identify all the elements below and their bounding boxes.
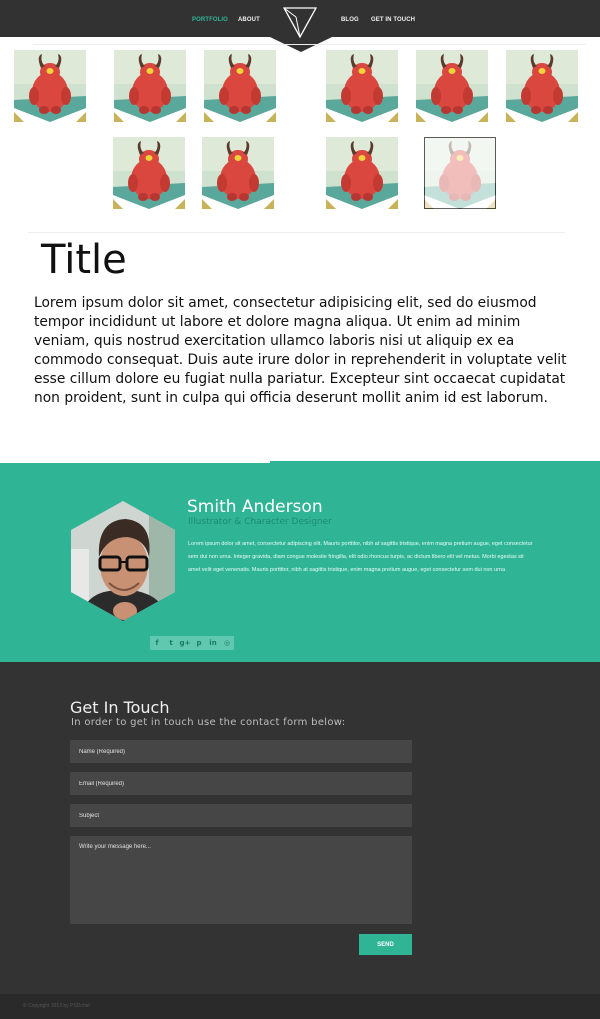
red-monster-illustration [114, 50, 186, 122]
nav-get-in-touch-link[interactable]: GET IN TOUCH [371, 17, 415, 23]
article-title: Title [41, 237, 127, 283]
nav-portfolio-link[interactable]: PORTFOLIO [192, 17, 228, 23]
email-field[interactable] [70, 772, 412, 795]
portfolio-item[interactable] [14, 50, 86, 122]
red-monster-illustration [204, 50, 276, 122]
header-divider [33, 44, 586, 45]
message-field[interactable] [70, 836, 412, 924]
portfolio-item[interactable] [114, 50, 186, 122]
about-top-edge [0, 461, 270, 463]
pinterest-icon[interactable]: p [192, 636, 206, 650]
portfolio-item[interactable] [202, 137, 274, 209]
nav-blog-link[interactable]: BLOG [341, 17, 359, 23]
google-plus-icon[interactable]: g+ [178, 636, 192, 650]
copyright-text: © Copyright 2013 by PSDchef [23, 1003, 90, 1009]
twitter-icon[interactable]: t [164, 636, 178, 650]
red-monster-illustration [326, 50, 398, 122]
article-body: Lorem ipsum dolor sit amet, consectetur … [34, 295, 567, 406]
footer [0, 994, 600, 1019]
avatar [71, 501, 175, 621]
dribbble-icon[interactable]: ◎ [220, 636, 234, 650]
portfolio-item[interactable] [506, 50, 578, 122]
red-monster-illustration [14, 50, 86, 122]
triangle-logo-icon[interactable] [283, 7, 317, 39]
portfolio-item[interactable] [326, 50, 398, 122]
red-monster-illustration [424, 137, 496, 209]
facebook-icon[interactable]: f [150, 636, 164, 650]
section-divider [28, 232, 565, 233]
red-monster-illustration [113, 137, 185, 209]
subject-field[interactable] [70, 804, 412, 827]
portfolio-item[interactable] [326, 137, 398, 209]
name-field[interactable] [70, 740, 412, 763]
red-monster-illustration [326, 137, 398, 209]
linkedin-icon[interactable]: in [206, 636, 220, 650]
social-links: f t g+ p in ◎ [150, 636, 234, 650]
red-monster-illustration [506, 50, 578, 122]
portfolio-item[interactable] [424, 137, 496, 209]
portfolio-item[interactable] [204, 50, 276, 122]
portfolio-item[interactable] [416, 50, 488, 122]
nav-about-link[interactable]: ABOUT [238, 17, 260, 23]
red-monster-illustration [202, 137, 274, 209]
profile-bio: Lorem ipsum dolor sit amet, consectetur … [188, 541, 533, 574]
profile-name: Smith Anderson [187, 497, 323, 517]
red-monster-illustration [416, 50, 488, 122]
contact-title: Get In Touch [70, 698, 170, 717]
send-button[interactable]: SEND [359, 934, 412, 955]
portfolio-item[interactable] [113, 137, 185, 209]
contact-subtitle: In order to get in touch use the contact… [71, 717, 346, 728]
profile-role: Illustrator & Character Designer [188, 517, 332, 527]
